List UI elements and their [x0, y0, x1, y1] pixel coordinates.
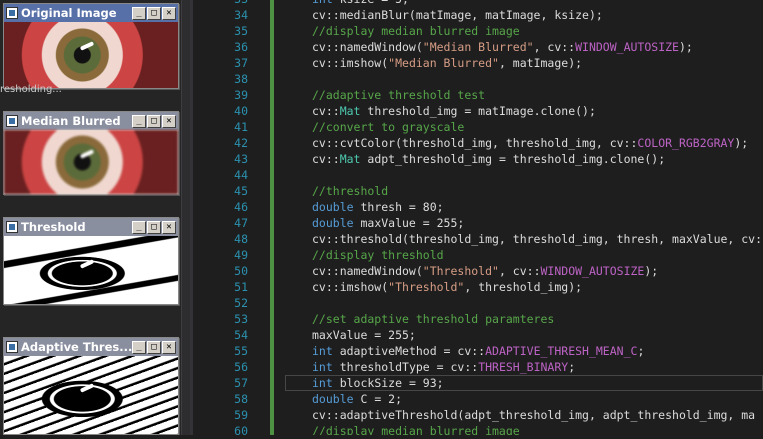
- window-titlebar[interactable]: Original Image _ □ ✕: [4, 4, 178, 22]
- panel-splitter[interactable]: [181, 0, 190, 435]
- threshold-window[interactable]: Threshold _ □ ✕: [3, 217, 179, 305]
- code-line[interactable]: //set adaptive threshold paramteres: [312, 311, 554, 327]
- line-number: 55: [234, 344, 248, 358]
- maximize-button[interactable]: □: [147, 340, 161, 354]
- minimize-button[interactable]: _: [132, 114, 146, 128]
- threshold-eye-image: [4, 236, 178, 304]
- line-number: 47: [234, 216, 248, 230]
- code-line[interactable]: cv::namedWindow("Median Blurred", cv::WI…: [312, 39, 693, 55]
- code-line[interactable]: cv::imshow("Threshold", threshold_img);: [312, 279, 582, 295]
- code-line[interactable]: //display median blurred image: [312, 23, 520, 39]
- line-number: 49: [234, 248, 248, 262]
- code-line[interactable]: int thresholdType = cv::THRESH_BINARY;: [312, 359, 575, 375]
- code-line[interactable]: //convert to grayscale: [312, 119, 464, 135]
- line-number: 51: [234, 280, 248, 294]
- window-app-icon: [6, 221, 18, 233]
- line-number: 40: [234, 104, 248, 118]
- line-number: 56: [234, 360, 248, 374]
- code-line[interactable]: cv::threshold(threshold_img, threshold_i…: [312, 231, 763, 247]
- window-title: Median Blurred: [21, 114, 121, 128]
- line-number: 53: [234, 312, 248, 326]
- code-line[interactable]: int ksize = 5;: [312, 0, 409, 7]
- code-line[interactable]: double thresh = 80;: [312, 199, 444, 215]
- code-line[interactable]: int blockSize = 93;: [312, 375, 444, 391]
- code-line[interactable]: cv::namedWindow("Threshold", cv::WINDOW_…: [312, 263, 658, 279]
- code-line[interactable]: int adaptiveMethod = cv::ADAPTIVE_THRESH…: [312, 343, 644, 359]
- line-number: 44: [234, 168, 248, 182]
- line-number: 54: [234, 328, 248, 342]
- adaptive-threshold-eye-image: [4, 356, 178, 434]
- line-number: 59: [234, 408, 248, 422]
- change-tracking-bar: [270, 0, 274, 435]
- window-title: Original Image: [21, 6, 117, 20]
- code-line[interactable]: cv::Mat adpt_threshold_img = threshold_i…: [312, 151, 665, 167]
- code-line[interactable]: //adaptive threshold test: [312, 87, 485, 103]
- maximize-button[interactable]: □: [147, 220, 161, 234]
- window-title: Adaptive Thres...: [21, 340, 132, 354]
- window-app-icon: [6, 115, 18, 127]
- line-number: 38: [234, 72, 248, 86]
- maximize-button[interactable]: □: [147, 114, 161, 128]
- window-app-icon: [6, 7, 18, 19]
- minimize-button[interactable]: _: [132, 6, 146, 20]
- opencv-windows-area: Original Image _ □ ✕ resholding... Media…: [0, 0, 190, 435]
- eye-glint: [79, 259, 95, 269]
- code-line[interactable]: double maxValue = 255;: [312, 215, 464, 231]
- line-number: 52: [234, 296, 248, 310]
- original-image-window[interactable]: Original Image _ □ ✕: [3, 3, 179, 89]
- eye-glint: [79, 41, 95, 51]
- close-button[interactable]: ✕: [162, 340, 176, 354]
- maximize-button[interactable]: □: [147, 6, 161, 20]
- line-number: 58: [234, 392, 248, 406]
- line-number: 48: [234, 232, 248, 246]
- adaptive-threshold-window[interactable]: Adaptive Thres... _ □ ✕: [3, 337, 179, 435]
- eye-glint: [79, 149, 95, 159]
- window-title: Threshold: [21, 220, 86, 234]
- line-number: 37: [234, 56, 248, 70]
- line-number: 57: [234, 376, 248, 390]
- window-titlebar[interactable]: Threshold _ □ ✕: [4, 218, 178, 236]
- code-line[interactable]: //display threshold: [312, 247, 444, 263]
- line-number: 35: [234, 24, 248, 38]
- minimize-button[interactable]: _: [132, 220, 146, 234]
- line-number: 43: [234, 152, 248, 166]
- code-line[interactable]: double C = 2;: [312, 391, 402, 407]
- line-number: 34: [234, 8, 248, 22]
- gutter-margin: [190, 0, 193, 435]
- code-line[interactable]: //threshold: [312, 183, 388, 199]
- line-number-gutter: 3334 35 36 37 38 39 40 41 42 43 44 45 46 47 48 49 50 51 52…: [190, 0, 270, 438]
- code-line[interactable]: cv::medianBlur(matImage, matImage, ksize…: [312, 7, 603, 23]
- code-line[interactable]: cv::imshow("Median Blurred", matImage);: [312, 55, 582, 71]
- close-button[interactable]: ✕: [162, 114, 176, 128]
- line-number: 46: [234, 200, 248, 214]
- code-line[interactable]: cv::Mat threshold_img = matImage.clone()…: [312, 103, 596, 119]
- code-line[interactable]: //display median blurred image: [312, 423, 520, 435]
- window-app-icon: [6, 341, 18, 353]
- close-button[interactable]: ✕: [162, 6, 176, 20]
- stray-text: resholding...: [0, 84, 62, 95]
- code-line[interactable]: cv::adaptiveThreshold(adpt_threshold_img…: [312, 407, 755, 423]
- code-line[interactable]: maxValue = 255;: [312, 327, 416, 343]
- code-editor[interactable]: int ksize = 5;cv::medianBlur(matImage, m…: [280, 0, 763, 435]
- minimize-button[interactable]: _: [132, 340, 146, 354]
- eye-glint: [79, 383, 95, 393]
- window-titlebar[interactable]: Adaptive Thres... _ □ ✕: [4, 338, 178, 356]
- line-number: 45: [234, 184, 248, 198]
- line-number: 33: [208, 0, 248, 7]
- line-number: 60: [234, 424, 248, 438]
- line-number: 39: [234, 88, 248, 102]
- line-number: 50: [234, 264, 248, 278]
- code-line[interactable]: cv::cvtColor(threshold_img, threshold_im…: [312, 135, 748, 151]
- original-eye-image: [4, 22, 178, 88]
- line-number: 41: [234, 120, 248, 134]
- median-blurred-window[interactable]: Median Blurred _ □ ✕: [3, 111, 179, 195]
- line-number: 42: [234, 136, 248, 150]
- median-blurred-eye-image: [4, 130, 178, 194]
- line-number: 36: [234, 40, 248, 54]
- close-button[interactable]: ✕: [162, 220, 176, 234]
- window-titlebar[interactable]: Median Blurred _ □ ✕: [4, 112, 178, 130]
